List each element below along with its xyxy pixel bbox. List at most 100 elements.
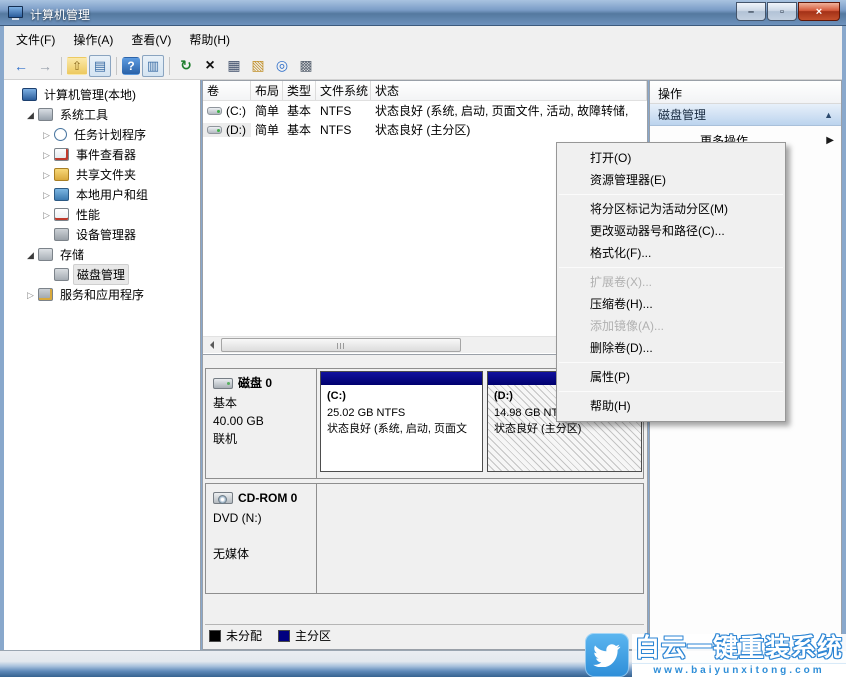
up-one-level-icon[interactable]: ⇧ bbox=[67, 57, 87, 75]
column-layout[interactable]: 布局 bbox=[251, 81, 283, 100]
delete-icon[interactable]: × bbox=[199, 55, 221, 77]
watermark-text-block: 白云一键重装系统 www.baiyunxitong.com bbox=[632, 634, 846, 677]
minimize-button[interactable]: – bbox=[736, 2, 766, 21]
tree-item-computer-management[interactable]: 计算机管理(本地) bbox=[4, 84, 200, 104]
menu-item-change-drive-letter[interactable]: 更改驱动器号和路径(C)... bbox=[557, 220, 785, 242]
window-title: 计算机管理 bbox=[30, 6, 90, 23]
services-icon bbox=[38, 288, 53, 301]
toolbar-separator bbox=[116, 57, 117, 75]
bird-logo-icon bbox=[585, 633, 629, 677]
volume-row-d[interactable]: (D:) 简单 基本 NTFS 状态良好 (主分区) bbox=[203, 120, 647, 139]
task-scheduler-icon bbox=[54, 128, 67, 141]
forward-icon[interactable]: → bbox=[34, 55, 56, 77]
cdrom-0-media: 无媒体 bbox=[213, 545, 309, 563]
tree-item-task-scheduler[interactable]: 任务计划程序 bbox=[4, 124, 200, 144]
disk-0-status: 联机 bbox=[213, 430, 309, 448]
cd-rom-icon bbox=[213, 492, 233, 504]
tree-item-device-manager[interactable]: 设备管理器 bbox=[4, 224, 200, 244]
help-icon[interactable]: ? bbox=[122, 57, 140, 75]
menu-item-help[interactable]: 帮助(H) bbox=[557, 395, 785, 417]
primary-partition-swatch bbox=[278, 630, 290, 642]
column-status[interactable]: 状态 bbox=[371, 81, 647, 100]
partition-c[interactable]: (C:) 25.02 GB NTFS 状态良好 (系统, 启动, 页面文 bbox=[320, 371, 483, 472]
disk-0-info[interactable]: 磁盘 0 基本 40.00 GB 联机 bbox=[205, 368, 317, 479]
menu-item-explorer[interactable]: 资源管理器(E) bbox=[557, 169, 785, 191]
performance-icon bbox=[54, 208, 69, 221]
hard-disk-icon bbox=[213, 378, 233, 389]
unallocated-swatch bbox=[209, 630, 221, 642]
menu-item-add-mirror: 添加镜像(A)... bbox=[557, 315, 785, 337]
disk-management-icon bbox=[54, 268, 69, 281]
computer-icon bbox=[22, 88, 37, 101]
menu-separator bbox=[559, 362, 783, 363]
tree-item-system-tools[interactable]: 系统工具 bbox=[4, 104, 200, 124]
actions-pane-title: 操作 bbox=[650, 81, 841, 104]
expander-collapsed-icon[interactable] bbox=[24, 287, 37, 301]
expander-collapsed-icon[interactable] bbox=[40, 127, 53, 141]
title-bar: 计算机管理 – ▫ × bbox=[0, 0, 846, 26]
menu-item-properties[interactable]: 属性(P) bbox=[557, 366, 785, 388]
refresh-icon[interactable]: ↻ bbox=[175, 55, 197, 77]
watermark: 白云一键重装系统 www.baiyunxitong.com bbox=[585, 633, 846, 677]
menu-item-shrink-volume[interactable]: 压缩卷(H)... bbox=[557, 293, 785, 315]
cdrom-0-drive: DVD (N:) bbox=[213, 509, 309, 527]
event-viewer-icon bbox=[54, 148, 69, 161]
partition-c-header-bar bbox=[321, 372, 482, 385]
tree-item-services-apps[interactable]: 服务和应用程序 bbox=[4, 284, 200, 304]
storage-icon bbox=[38, 248, 53, 261]
column-filesystem[interactable]: 文件系统 bbox=[316, 81, 371, 100]
volume-row-c[interactable]: (C:) 简单 基本 NTFS 状态良好 (系统, 启动, 页面文件, 活动, … bbox=[203, 101, 647, 120]
scroll-left-icon[interactable] bbox=[203, 337, 220, 353]
help-topics-icon[interactable]: ▩ bbox=[295, 55, 317, 77]
menu-file[interactable]: 文件(F) bbox=[7, 27, 64, 52]
local-users-icon bbox=[54, 188, 69, 201]
find-icon[interactable]: ◎ bbox=[271, 55, 293, 77]
tree-item-local-users[interactable]: 本地用户和组 bbox=[4, 184, 200, 204]
menu-item-format[interactable]: 格式化(F)... bbox=[557, 242, 785, 264]
toolbar-separator bbox=[169, 57, 170, 75]
show-action-pane-icon[interactable]: ▥ bbox=[142, 55, 164, 77]
menu-view[interactable]: 查看(V) bbox=[122, 27, 180, 52]
expander-collapsed-icon[interactable] bbox=[40, 167, 53, 181]
expander-expanded-icon[interactable] bbox=[24, 247, 37, 261]
actions-section-disk-management[interactable]: 磁盘管理 ▲ bbox=[650, 104, 841, 126]
tree-item-performance[interactable]: 性能 bbox=[4, 204, 200, 224]
menu-item-delete-volume[interactable]: 删除卷(D)... bbox=[557, 337, 785, 359]
menu-help[interactable]: 帮助(H) bbox=[180, 27, 239, 52]
tree-item-shared-folders[interactable]: 共享文件夹 bbox=[4, 164, 200, 184]
submenu-arrow-icon: ▶ bbox=[826, 135, 834, 146]
scrollbar-thumb[interactable] bbox=[221, 338, 461, 352]
column-volume[interactable]: 卷 bbox=[203, 81, 251, 100]
collapse-icon[interactable]: ▲ bbox=[824, 110, 833, 120]
disk-0-size: 40.00 GB bbox=[213, 412, 309, 430]
menu-separator bbox=[559, 267, 783, 268]
properties-icon[interactable]: ▦ bbox=[223, 55, 245, 77]
back-icon[interactable]: ← bbox=[10, 55, 32, 77]
menu-action[interactable]: 操作(A) bbox=[64, 27, 122, 52]
watermark-title: 白云一键重装系统 bbox=[632, 634, 846, 663]
disk-legend: 未分配 主分区 bbox=[205, 624, 644, 646]
open-folder-icon[interactable]: ▧ bbox=[247, 55, 269, 77]
partition-context-menu: 打开(O) 资源管理器(E) 将分区标记为活动分区(M) 更改驱动器号和路径(C… bbox=[556, 142, 786, 422]
menu-item-open[interactable]: 打开(O) bbox=[557, 147, 785, 169]
cdrom-0-info[interactable]: CD-ROM 0 DVD (N:) 无媒体 bbox=[205, 483, 317, 594]
cdrom-0-partitions bbox=[317, 483, 644, 594]
expander-collapsed-icon[interactable] bbox=[40, 207, 53, 221]
maximize-button[interactable]: ▫ bbox=[767, 2, 797, 21]
expander-collapsed-icon[interactable] bbox=[40, 187, 53, 201]
toolbar: ← → ⇧ ▤ ? ▥ ↻ × ▦ ▧ ◎ ▩ bbox=[4, 52, 842, 80]
cdrom-0-row: CD-ROM 0 DVD (N:) 无媒体 bbox=[205, 483, 644, 594]
tree-item-event-viewer[interactable]: 事件查看器 bbox=[4, 144, 200, 164]
expander-expanded-icon[interactable] bbox=[24, 107, 37, 121]
tree-item-disk-management[interactable]: 磁盘管理 bbox=[4, 264, 200, 284]
close-button[interactable]: × bbox=[798, 2, 840, 21]
shared-folders-icon bbox=[54, 168, 69, 181]
column-type[interactable]: 类型 bbox=[283, 81, 316, 100]
computer-management-app-icon bbox=[8, 6, 23, 18]
show-console-tree-icon[interactable]: ▤ bbox=[89, 55, 111, 77]
device-manager-icon bbox=[54, 228, 69, 241]
expander-collapsed-icon[interactable] bbox=[40, 147, 53, 161]
tree-item-storage[interactable]: 存储 bbox=[4, 244, 200, 264]
legend-primary-partition: 主分区 bbox=[278, 627, 331, 644]
menu-item-mark-active[interactable]: 将分区标记为活动分区(M) bbox=[557, 198, 785, 220]
